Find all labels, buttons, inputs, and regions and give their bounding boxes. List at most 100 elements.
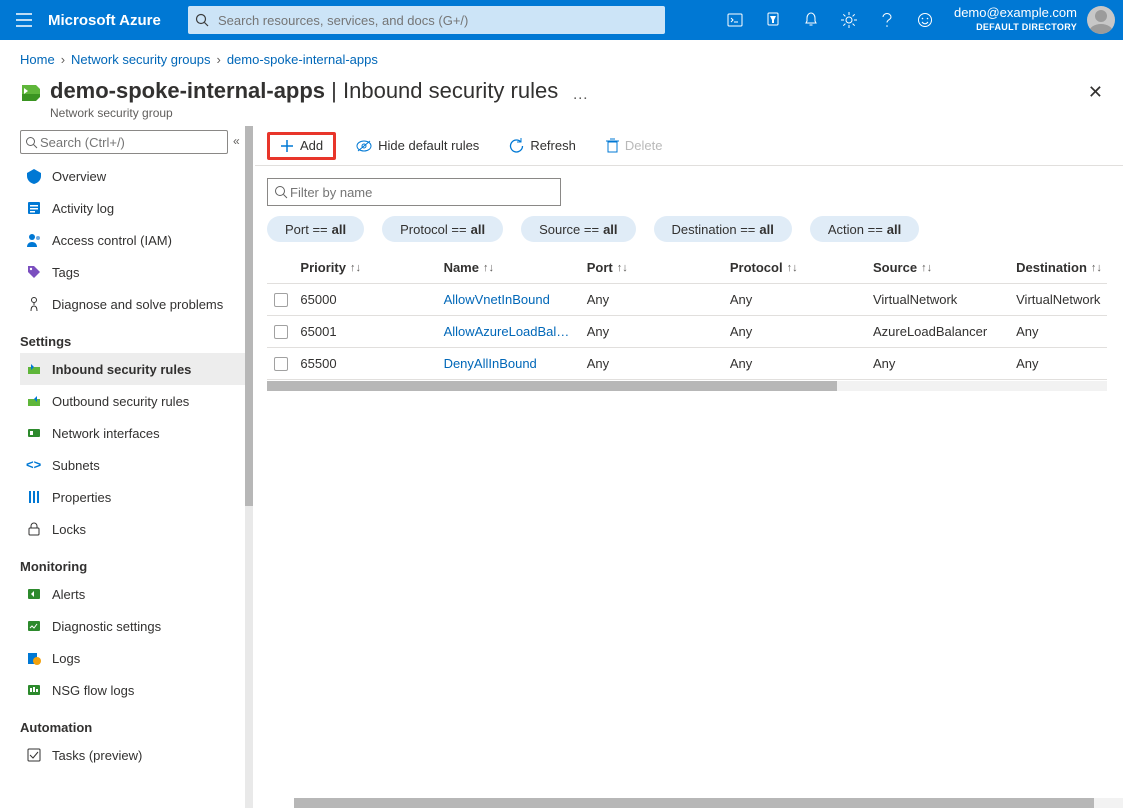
breadcrumb-resource[interactable]: demo-spoke-internal-apps <box>227 52 378 67</box>
global-search[interactable] <box>188 6 665 34</box>
row-port: Any <box>581 292 724 307</box>
row-checkbox[interactable] <box>267 293 294 307</box>
row-checkbox[interactable] <box>267 325 294 339</box>
sidebar-item-activity[interactable]: Activity log <box>20 192 245 224</box>
row-name[interactable]: AllowVnetInBound <box>438 292 581 307</box>
vertical-scrollbar[interactable] <box>245 126 253 808</box>
filter-pill-source[interactable]: Source == all <box>521 216 635 242</box>
sidebar-item-diag[interactable]: Diagnose and solve problems <box>20 288 245 320</box>
sidebar-item-label: Alerts <box>52 587 85 602</box>
feedback-icon <box>917 12 933 28</box>
sidebar-item-tasks[interactable]: Tasks (preview) <box>20 739 245 771</box>
refresh-button[interactable]: Refresh <box>499 132 586 160</box>
sidebar-menu: Overview Activity log Access control (IAM)… <box>20 160 245 771</box>
col-destination[interactable]: Destination↑↓ <box>1010 260 1107 275</box>
global-search-input[interactable] <box>216 6 665 34</box>
sidebar-item-inbound[interactable]: Inbound security rules <box>20 353 245 385</box>
resource-type: Network security group <box>50 106 558 120</box>
sidebar-item-label: Diagnostic settings <box>52 619 161 634</box>
close-button[interactable]: ✕ <box>1088 78 1103 103</box>
sidebar-item-label: Inbound security rules <box>52 362 191 377</box>
account-info[interactable]: demo@example.com DEFAULT DIRECTORY <box>944 6 1081 34</box>
iam-icon <box>26 232 42 248</box>
row-source: VirtualNetwork <box>867 292 1010 307</box>
sidebar-item-alerts[interactable]: Alerts <box>20 578 245 610</box>
breadcrumb-home[interactable]: Home <box>20 52 55 67</box>
table-row[interactable]: 65500DenyAllInBoundAnyAnyAnyAny <box>267 348 1107 380</box>
cloud-shell-button[interactable] <box>716 0 754 40</box>
sidebar-search-input[interactable] <box>38 134 223 151</box>
col-port[interactable]: Port↑↓ <box>581 260 724 275</box>
col-name[interactable]: Name↑↓ <box>438 260 581 275</box>
outbound-icon <box>26 393 42 409</box>
table-row[interactable]: 65001AllowAzureLoadBalan...AnyAnyAzureLo… <box>267 316 1107 348</box>
table-horizontal-scrollbar[interactable] <box>267 381 1107 391</box>
top-icons <box>716 0 944 40</box>
sidebar-item-label: Properties <box>52 490 111 505</box>
filter-pill-destination[interactable]: Destination == all <box>654 216 792 242</box>
filter-pills: Port == all Protocol == all Source == all D… <box>267 216 1111 242</box>
row-destination: Any <box>1010 356 1107 371</box>
scrollbar-thumb[interactable] <box>245 126 253 506</box>
sort-icon: ↑↓ <box>787 262 798 274</box>
sidebar-item-flow[interactable]: NSG flow logs <box>20 674 245 706</box>
avatar[interactable] <box>1087 6 1115 34</box>
row-checkbox[interactable] <box>267 357 294 371</box>
filter-pill-port[interactable]: Port == all <box>267 216 364 242</box>
filter-by-name[interactable] <box>267 178 561 206</box>
sidebar-item-props[interactable]: Properties <box>20 481 245 513</box>
page-horizontal-scrollbar[interactable] <box>294 798 1123 808</box>
collapse-sidebar-button[interactable]: « <box>233 134 240 148</box>
sidebar-item-diagset[interactable]: Diagnostic settings <box>20 610 245 642</box>
directory-filter-button[interactable] <box>754 0 792 40</box>
add-button[interactable]: Add <box>267 132 336 160</box>
menu-button[interactable] <box>0 0 48 40</box>
filter-pill-action[interactable]: Action == all <box>810 216 919 242</box>
hide-default-button[interactable]: Hide default rules <box>346 132 489 160</box>
breadcrumb: Home › Network security groups › demo-sp… <box>0 40 1123 78</box>
row-name[interactable]: AllowAzureLoadBalan... <box>438 324 581 339</box>
row-protocol: Any <box>724 356 867 371</box>
inbound-icon <box>26 361 42 377</box>
settings-button[interactable] <box>830 0 868 40</box>
sidebar-search[interactable] <box>20 130 228 154</box>
sidebar-item-logs[interactable]: Logs <box>20 642 245 674</box>
command-bar: Add Hide default rules Refresh Delete <box>255 126 1123 166</box>
feedback-button[interactable] <box>906 0 944 40</box>
filter-pill-protocol[interactable]: Protocol == all <box>382 216 503 242</box>
scrollbar-thumb[interactable] <box>294 798 1094 808</box>
sidebar-item-iam[interactable]: Access control (IAM) <box>20 224 245 256</box>
resource-name: demo-spoke-internal-apps <box>50 78 325 103</box>
sidebar-item-label: Activity log <box>52 201 114 216</box>
scrollbar-thumb[interactable] <box>267 381 837 391</box>
sidebar-item-label: Tasks (preview) <box>52 748 142 763</box>
table-row[interactable]: 65000AllowVnetInBoundAnyAnyVirtualNetwor… <box>267 284 1107 316</box>
sidebar-item-subnets[interactable]: <>Subnets <box>20 449 245 481</box>
filter-input[interactable] <box>288 184 554 201</box>
sidebar-item-nic[interactable]: Network interfaces <box>20 417 245 449</box>
subnets-icon: <> <box>26 457 42 473</box>
notifications-button[interactable] <box>792 0 830 40</box>
sidebar-item-outbound[interactable]: Outbound security rules <box>20 385 245 417</box>
logs-icon <box>26 650 42 666</box>
nsg-icon <box>20 78 50 108</box>
col-protocol[interactable]: Protocol↑↓ <box>724 260 867 275</box>
topbar: Microsoft Azure demo@example.com DEFAULT… <box>0 0 1123 40</box>
row-name[interactable]: DenyAllInBound <box>438 356 581 371</box>
sidebar-item-tags[interactable]: Tags <box>20 256 245 288</box>
cloud-shell-icon <box>727 13 743 27</box>
col-source[interactable]: Source↑↓ <box>867 260 1010 275</box>
sidebar-item-locks[interactable]: Locks <box>20 513 245 545</box>
col-priority[interactable]: Priority↑↓ <box>294 260 437 275</box>
plus-icon <box>280 139 294 153</box>
sidebar-item-overview[interactable]: Overview <box>20 160 245 192</box>
delete-label: Delete <box>625 138 663 153</box>
row-priority: 65001 <box>294 324 437 339</box>
flow-icon <box>26 682 42 698</box>
brand-label[interactable]: Microsoft Azure <box>48 12 188 29</box>
more-button[interactable]: … <box>572 78 590 104</box>
breadcrumb-nsg[interactable]: Network security groups <box>71 52 210 67</box>
help-button[interactable] <box>868 0 906 40</box>
diagset-icon <box>26 618 42 634</box>
sidebar-item-label: Access control (IAM) <box>52 233 172 248</box>
